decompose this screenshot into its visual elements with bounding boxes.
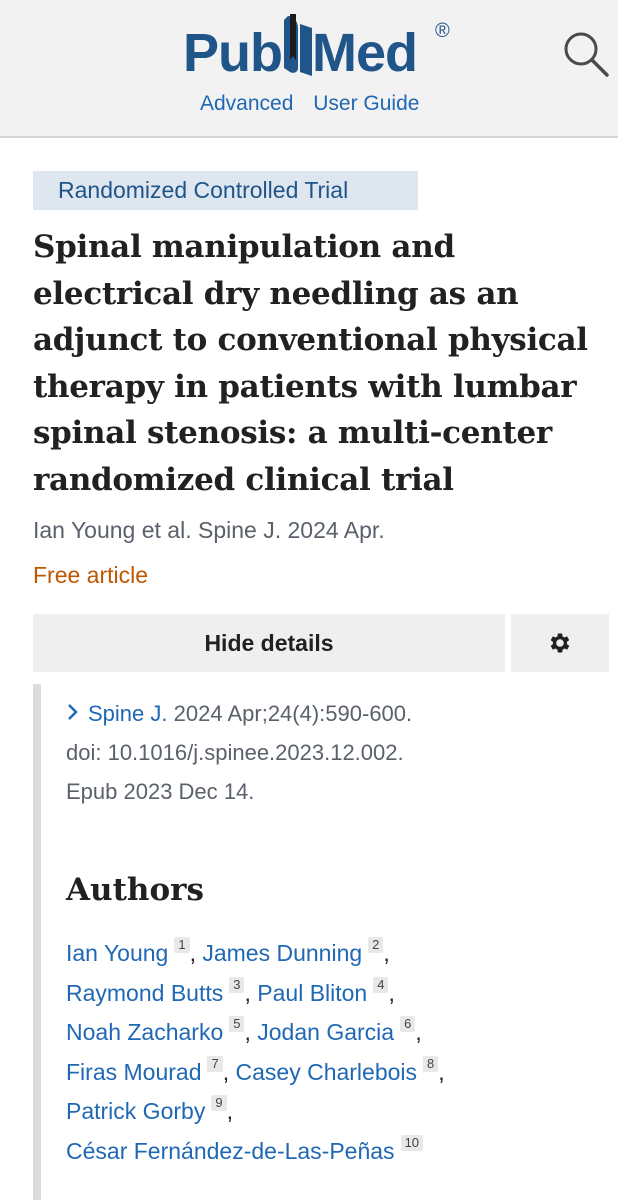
citation-volume: 2024 Apr;24(4):590-600. <box>173 701 413 726</box>
bookmark-ribbon-icon <box>284 14 312 76</box>
journal-link[interactable]: Spine J. <box>66 701 168 726</box>
author-link[interactable]: Patrick Gorby <box>66 1098 205 1124</box>
author-link[interactable]: Raymond Butts <box>66 980 223 1006</box>
title-line: adjunct to conventional physical <box>33 322 588 358</box>
details-side-bar <box>33 684 41 1200</box>
free-article-label: Free article <box>33 562 149 588</box>
affiliation-button[interactable]: 3 <box>229 976 245 993</box>
affiliation-button[interactable]: 2 <box>368 937 384 953</box>
title-line: electrical dry needling as an <box>33 275 519 312</box>
author-link[interactable]: James Dunning <box>202 940 362 966</box>
title-line: spinal stenosis: a multi-center <box>33 415 552 451</box>
pubmed-logo[interactable]: Pub Med ® <box>183 14 450 83</box>
advanced-search-link[interactable]: Advanced <box>200 92 293 115</box>
logo-pub-text: Pub <box>183 23 283 83</box>
title-line: randomized clinical trial <box>33 461 454 498</box>
search-button[interactable] <box>560 28 612 80</box>
hide-details-button[interactable]: Hide details <box>33 614 505 672</box>
display-settings-button[interactable] <box>511 614 609 672</box>
gear-icon <box>550 633 570 653</box>
site-header: Pub Med ® Advanced User Guide <box>0 0 618 138</box>
affiliation-button[interactable]: 5 <box>229 1016 245 1033</box>
author-link[interactable]: Firas Mourad <box>66 1059 201 1085</box>
author-row: Noah Zacharko 5, Jodan Garcia 6, <box>66 1016 422 1046</box>
author-link[interactable]: Noah Zacharko <box>66 1019 223 1045</box>
short-citation: Ian Young et al. Spine J. 2024 Apr. <box>33 517 385 543</box>
affiliation-button[interactable]: 8 <box>423 1055 439 1072</box>
author-list: Ian Young 1, James Dunning 2, Raymond Butt… <box>66 934 445 1172</box>
header-links: Advanced User Guide <box>200 92 433 116</box>
author-link[interactable]: César Fernández-de-Las-Peñas <box>66 1138 395 1164</box>
author-link[interactable]: Paul Bliton <box>257 980 367 1006</box>
citation-doi: doi: 10.1016/j.spinee.2023.12.002. <box>66 740 404 765</box>
registered-mark: ® <box>435 20 450 42</box>
author-row: Patrick Gorby 9, <box>66 1095 233 1125</box>
logo-med-text: Med <box>312 23 418 83</box>
title-line: therapy in patients with lumbar <box>33 368 577 405</box>
affiliation-button[interactable]: 4 <box>373 976 389 993</box>
affiliation-button[interactable]: 10 <box>400 1134 424 1151</box>
author-row: Raymond Butts 3, Paul Bliton 4, <box>66 976 395 1006</box>
affiliation-button[interactable]: 9 <box>211 1095 227 1112</box>
author-link[interactable]: Jodan Garcia <box>257 1019 394 1045</box>
author-row: Firas Mourad 7, Casey Charlebois 8, <box>66 1055 445 1085</box>
user-guide-link[interactable]: User Guide <box>313 92 419 115</box>
publication-type-badge: Randomized Controlled Trial <box>33 171 418 210</box>
author-link[interactable]: Casey Charlebois <box>236 1059 418 1085</box>
affiliation-button[interactable]: 7 <box>207 1055 223 1072</box>
citation-line: Spine J. 2024 Apr;24(4):590-600. <box>66 694 412 733</box>
author-row: Ian Young 1, James Dunning 2, <box>66 937 390 966</box>
chevron-right-icon <box>68 704 78 720</box>
author-link[interactable]: Ian Young <box>66 940 168 966</box>
citation-epub: Epub 2023 Dec 14. <box>66 779 255 804</box>
affiliation-button[interactable]: 1 <box>174 937 190 953</box>
search-icon <box>564 32 609 77</box>
affiliation-button[interactable]: 6 <box>400 1016 416 1033</box>
title-line: Spinal manipulation and <box>33 229 455 265</box>
article-title: Spinal manipulation and electrical dry n… <box>33 224 603 503</box>
authors-heading: Authors <box>66 872 204 908</box>
author-row: César Fernández-de-Las-Peñas 10 <box>66 1132 445 1172</box>
full-citation: Spine J. 2024 Apr;24(4):590-600. doi: 10… <box>66 694 412 811</box>
journal-name: Spine J. <box>88 701 168 726</box>
